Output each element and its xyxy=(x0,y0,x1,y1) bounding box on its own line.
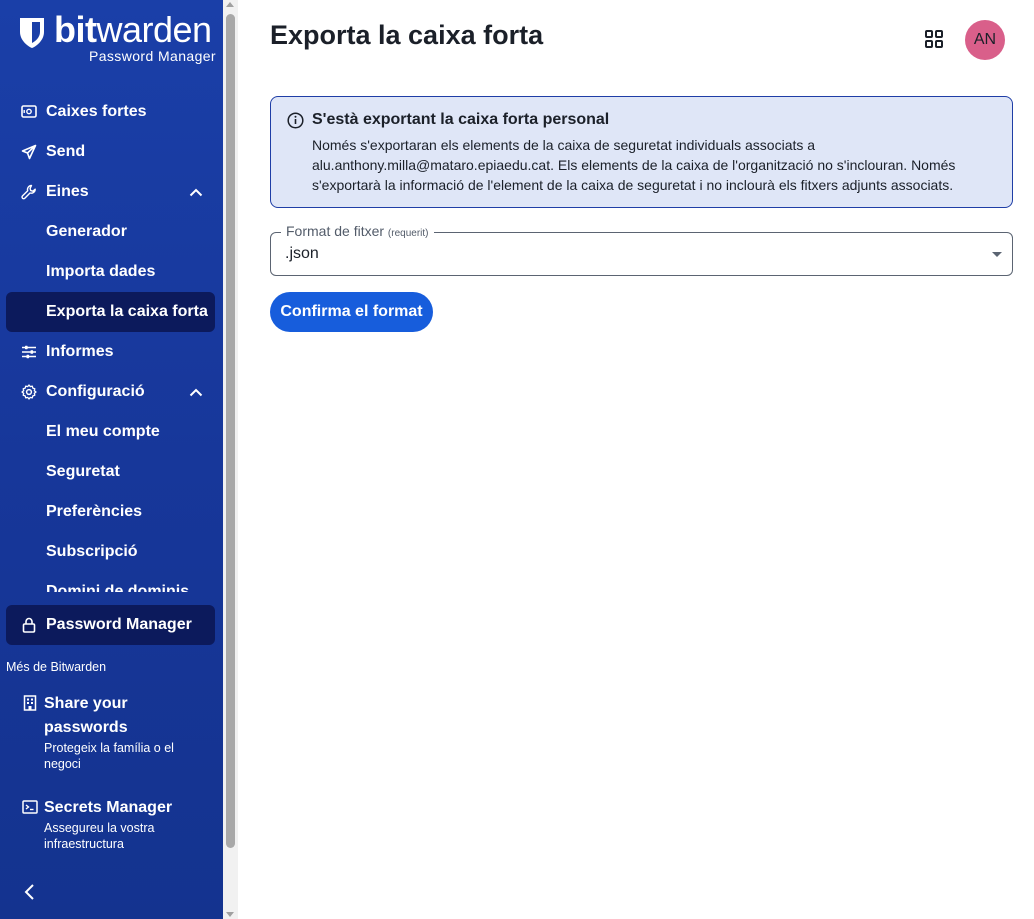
avatar[interactable]: AN xyxy=(965,20,1005,60)
callout-body: Només s'exportaran els elements de la ca… xyxy=(312,137,956,193)
product-description: Assegureu la vostra infraestructura xyxy=(44,821,155,851)
product-switcher-button[interactable] xyxy=(922,27,946,51)
sidebar-item-label: El meu compte xyxy=(46,423,160,440)
scrollbar-thumb[interactable] xyxy=(226,14,235,848)
sidebar-item-preferences[interactable]: Preferències xyxy=(6,492,215,532)
more-from-bitwarden-label: Més de Bitwarden xyxy=(6,660,107,674)
sidebar-item-my-account[interactable]: El meu compte xyxy=(6,412,215,452)
scroll-up-arrow[interactable] xyxy=(226,2,234,7)
chevron-up-icon xyxy=(187,188,205,197)
sidebar-item-send[interactable]: Send xyxy=(6,132,215,172)
brand-subtitle: Password Manager xyxy=(88,48,216,64)
sidebar-item-label: Exporta la caixa forta xyxy=(46,303,208,320)
brand-wordmark: bitwarden xyxy=(54,9,212,50)
product-title: Secrets Manager xyxy=(44,799,173,816)
sidebar-item-label: Preferències xyxy=(46,503,143,520)
sidebar-item-generator[interactable]: Generador xyxy=(6,212,215,252)
password-manager-switcher[interactable]: Password Manager xyxy=(6,605,215,645)
terminal-icon xyxy=(22,800,38,814)
sidebar-item-label: Domini de dominis xyxy=(46,583,190,592)
sidebar-item-label: Seguretat xyxy=(46,463,120,480)
sidebar-item-subscription[interactable]: Subscripció xyxy=(6,532,215,572)
vault-icon xyxy=(20,103,38,121)
product-title: Share your passwords xyxy=(44,695,128,736)
building-icon xyxy=(23,695,37,711)
sidebar-item-domain-rules[interactable]: Domini de dominis xyxy=(6,572,215,592)
file-format-label: Format de fitxer (requerit) xyxy=(281,223,434,239)
sidebar-item-label: Subscripció xyxy=(46,543,138,560)
scroll-down-arrow[interactable] xyxy=(226,912,234,917)
chevron-left-icon xyxy=(24,884,34,900)
required-hint: (requerit) xyxy=(387,228,429,239)
sidebar-item-label: Send xyxy=(46,143,86,160)
gear-icon xyxy=(20,383,38,401)
sidebar-item-label: Eines xyxy=(46,183,89,200)
brand-logo[interactable]: bitwarden Password Manager xyxy=(18,10,218,66)
dropdown-caret-icon xyxy=(992,252,1002,257)
sidebar-item-label: Configuració xyxy=(46,383,145,400)
wrench-icon xyxy=(20,183,38,201)
sidebar-item-label: Caixes fortes xyxy=(46,103,147,120)
sidebar-item-security[interactable]: Seguretat xyxy=(6,452,215,492)
page-title: Exporta la caixa forta xyxy=(270,20,544,50)
confirm-format-button[interactable]: Confirma el format xyxy=(270,292,433,332)
shield-logo-icon xyxy=(20,18,44,48)
product-share-passwords[interactable]: Share your passwords Protegeix la famíli… xyxy=(22,692,212,772)
sidebar-item-export[interactable]: Exporta la caixa forta xyxy=(6,292,215,332)
info-icon xyxy=(287,112,304,129)
sidebar-item-tools[interactable]: Eines xyxy=(6,172,215,212)
sidebar-scrollbar[interactable] xyxy=(223,0,238,919)
product-secrets-manager[interactable]: Secrets Manager Assegureu la vostra infr… xyxy=(22,796,212,852)
file-format-value: .json xyxy=(285,245,319,262)
sidebar: bitwarden Password Manager Caixes fortes… xyxy=(0,0,223,919)
lock-icon xyxy=(20,616,38,634)
sidebar-item-reports[interactable]: Informes xyxy=(6,332,215,372)
password-manager-label: Password Manager xyxy=(46,616,192,633)
info-callout: S'està exportant la caixa forta personal… xyxy=(270,96,1013,208)
sidebar-item-label: Generador xyxy=(46,223,127,240)
grid-icon xyxy=(925,30,943,48)
collapse-sidebar-button[interactable] xyxy=(20,882,40,902)
send-icon xyxy=(20,143,38,161)
sliders-icon xyxy=(20,343,38,361)
sidebar-item-label: Importa dades xyxy=(46,263,156,280)
file-format-select[interactable]: Format de fitxer (requerit) .json xyxy=(270,223,1013,276)
sidebar-item-label: Informes xyxy=(46,343,114,360)
sidebar-nav: Caixes fortes Send Eines Generador Impor… xyxy=(0,92,223,592)
sidebar-item-vaults[interactable]: Caixes fortes xyxy=(6,92,215,132)
sidebar-item-import[interactable]: Importa dades xyxy=(6,252,215,292)
sidebar-item-settings[interactable]: Configuració xyxy=(6,372,215,412)
chevron-up-icon xyxy=(187,388,205,397)
callout-title: S'està exportant la caixa forta personal xyxy=(312,111,610,128)
product-description: Protegeix la família o el negoci xyxy=(44,741,174,771)
